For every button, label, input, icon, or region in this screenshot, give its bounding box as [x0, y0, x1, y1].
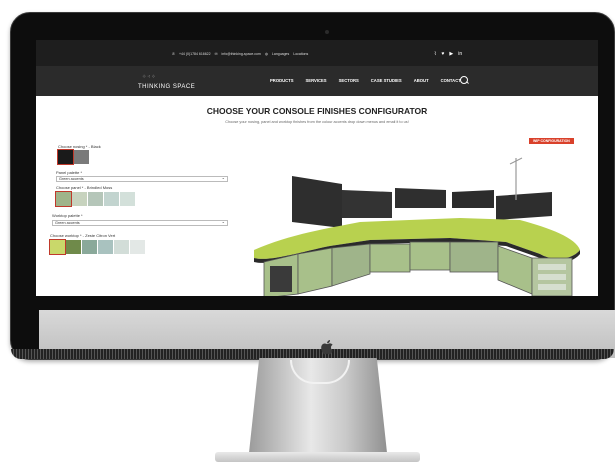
- twitter-icon[interactable]: ♥: [441, 51, 444, 57]
- page-subtitle: Choose your nosing, panel and worktop fi…: [225, 120, 409, 124]
- nosing-swatch-grey[interactable]: [74, 150, 89, 164]
- nav-contact[interactable]: CONTACT: [441, 78, 461, 83]
- nosing-swatch-black[interactable]: [57, 149, 74, 165]
- logo-mark-icon: ⁘⁖⁘: [142, 74, 157, 80]
- worktop-palette-value: Green accents: [55, 221, 80, 225]
- phone-icon: ✆: [172, 52, 175, 56]
- panel-palette-select[interactable]: Green accents ⌄: [56, 176, 228, 182]
- contact-info: ✆ +44 (0)1784 616622 ✉ info@thinking-spa…: [172, 52, 308, 56]
- globe-icon: ◍: [264, 52, 268, 56]
- social-links: ⌇ ♥ ▶ in: [434, 51, 462, 57]
- apple-logo-icon: [321, 340, 333, 355]
- worktop-swatch-1[interactable]: [49, 239, 66, 255]
- panel-swatch-1[interactable]: [55, 191, 72, 207]
- top-contact-bar: ✆ +44 (0)1784 616622 ✉ info@thinking-spa…: [36, 40, 598, 66]
- panel-label: Choose panel * - Brindled Moss: [56, 185, 113, 190]
- panel-swatches: [55, 191, 135, 207]
- nav-about[interactable]: ABOUT: [414, 78, 429, 83]
- linkedin-icon[interactable]: in: [458, 51, 462, 57]
- worktop-label: Choose worktop * - Zeste Citron Vert: [50, 233, 116, 238]
- nosing-label: Choose nosing * - Black: [58, 144, 101, 149]
- panel-swatch-2[interactable]: [72, 192, 87, 206]
- email-link[interactable]: info@thinking-space.com: [222, 52, 261, 56]
- panel-swatch-3[interactable]: [88, 192, 103, 206]
- monitor-base: [215, 452, 420, 462]
- panel-swatch-4[interactable]: [104, 192, 119, 206]
- nav-sectors[interactable]: SECTORS: [339, 78, 359, 83]
- chevron-down-icon: ⌄: [221, 219, 225, 224]
- nosing-swatches: [57, 149, 89, 165]
- worktop-swatch-2[interactable]: [66, 240, 81, 254]
- page-title: CHOOSE YOUR CONSOLE FINISHES CONFIGURATO…: [206, 106, 428, 116]
- worktop-palette-select[interactable]: Green accents ⌄: [52, 220, 228, 226]
- mail-icon: ✉: [214, 52, 218, 56]
- worktop-swatch-3[interactable]: [82, 240, 97, 254]
- languages-link[interactable]: Languages: [272, 52, 289, 56]
- site-header: ⁘⁖⁘ THINKING SPACE PRODUCTS SERVICES SEC…: [36, 66, 598, 96]
- browser-screen: ✆ +44 (0)1784 616622 ✉ info@thinking-spa…: [36, 40, 598, 296]
- camera-dot: [325, 30, 329, 34]
- nav-services[interactable]: SERVICES: [306, 78, 327, 83]
- monitor-chin-stripe: [11, 349, 614, 359]
- phone-link[interactable]: +44 (0)1784 616622: [179, 52, 211, 56]
- worktop-palette-label: Worktop palette *: [52, 213, 83, 218]
- panel-palette-value: Green accents: [59, 177, 84, 181]
- site-logo[interactable]: THINKING SPACE: [138, 84, 195, 90]
- wip-badge: WIP CONFIGURATION: [529, 138, 574, 144]
- console-monitors: [292, 157, 552, 228]
- console-3d-preview[interactable]: [250, 150, 588, 296]
- panel-palette-label: Panel palette *: [56, 170, 83, 175]
- worktop-swatch-5[interactable]: [114, 240, 129, 254]
- youtube-icon[interactable]: ▶: [449, 51, 453, 57]
- nav-products[interactable]: PRODUCTS: [270, 78, 294, 83]
- worktop-swatch-4[interactable]: [98, 240, 113, 254]
- nav-case-studies[interactable]: CASE STUDIES: [371, 78, 402, 83]
- search-icon[interactable]: [460, 76, 468, 84]
- worktop-swatch-6[interactable]: [130, 240, 145, 254]
- chevron-down-icon: ⌄: [221, 175, 225, 180]
- panel-swatch-5[interactable]: [120, 192, 135, 206]
- locations-link[interactable]: Locations: [293, 52, 308, 56]
- main-nav: PRODUCTS SERVICES SECTORS CASE STUDIES A…: [270, 78, 461, 83]
- worktop-swatches: [49, 239, 145, 255]
- rss-icon[interactable]: ⌇: [434, 51, 436, 57]
